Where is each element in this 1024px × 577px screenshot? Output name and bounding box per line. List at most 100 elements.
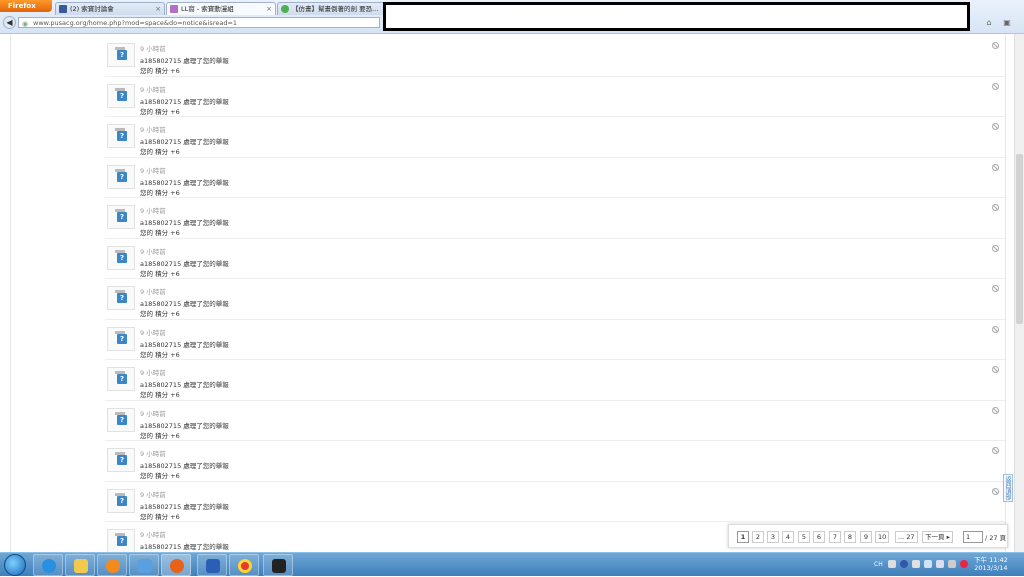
notice-icon: ? [115, 209, 127, 222]
back-button[interactable]: ◀ [3, 16, 16, 29]
ignore-icon[interactable] [992, 487, 999, 495]
notice-text[interactable]: a185802715 處理了您的舉報 [140, 339, 229, 349]
ignore-icon[interactable] [992, 42, 999, 49]
network-icon [138, 559, 152, 573]
ignore-icon[interactable] [992, 123, 999, 130]
ignore-icon[interactable] [992, 204, 999, 211]
page-number-input[interactable]: 1 [963, 531, 983, 543]
notice-text[interactable]: a185802715 處理了您的舉報 [140, 298, 229, 308]
word-taskbar-button[interactable] [197, 554, 227, 576]
start-button[interactable] [4, 554, 26, 576]
page-last-button[interactable]: ... 27 [895, 531, 918, 543]
firefox-menu-button[interactable]: Firefox [0, 0, 52, 12]
notice-text[interactable]: a185802715 處理了您的舉報 [140, 379, 229, 389]
media-player-taskbar-button[interactable] [97, 554, 127, 576]
notice-avatar[interactable]: ? [107, 286, 135, 310]
page-4-button[interactable]: 4 [782, 531, 794, 543]
notice-item: ? 9 小時前 a185802715 處理了您的舉報您的 積分 +6 [105, 360, 1005, 401]
close-icon[interactable]: × [155, 3, 161, 15]
network-taskbar-button[interactable] [129, 554, 159, 576]
ignore-icon[interactable] [992, 325, 999, 333]
notice-avatar[interactable]: ? [107, 83, 135, 108]
ignore-icon[interactable] [992, 366, 999, 373]
ignore-icon[interactable] [992, 447, 999, 454]
scrollbar[interactable] [1014, 34, 1024, 552]
notice-points: 您的 積分 +6 [140, 512, 180, 521]
next-page-button[interactable]: 下一頁 ▸ [922, 531, 953, 543]
notice-text[interactable]: a185802715 處理了您的舉報 [140, 55, 229, 65]
notice-item: ? 9 小時前 a185802715 處理了您的舉報您的 積分 +6 [105, 320, 1005, 360]
notice-icon: ? [115, 290, 127, 303]
tab-title: LL窩 - 索寶動漫組 [181, 5, 234, 13]
media-player-icon [106, 559, 120, 573]
notice-text[interactable]: a185802715 處理了您的舉報 [140, 541, 229, 551]
ignore-icon[interactable] [992, 406, 999, 414]
notice-avatar[interactable]: ? [107, 367, 135, 391]
scrollbar-thumb[interactable] [1016, 154, 1023, 324]
explorer-taskbar-button[interactable] [65, 554, 95, 576]
firefox-taskbar-button[interactable] [161, 554, 191, 576]
page-5-button[interactable]: 5 [798, 531, 810, 543]
notice-avatar[interactable]: ? [107, 407, 135, 432]
monitor-icon[interactable] [936, 560, 944, 568]
ie-taskbar-button[interactable] [33, 554, 63, 576]
close-icon[interactable]: × [266, 3, 272, 15]
notice-avatar[interactable]: ? [107, 529, 135, 552]
page-1-button[interactable]: 1 [737, 531, 749, 543]
network-tray-icon[interactable] [924, 560, 932, 568]
notice-text[interactable]: a185802715 處理了您的舉報 [140, 258, 229, 268]
ie-icon [42, 559, 56, 573]
notice-points: 您的 積分 +6 [140, 472, 180, 480]
tab-drawing[interactable]: 【仿畫】幫畫倒著的劍 要恐... [277, 2, 387, 15]
clock[interactable]: 下午 11:42 2013/3/14 [974, 556, 1008, 572]
ignore-icon[interactable] [992, 163, 999, 171]
notice-avatar[interactable]: ? [107, 205, 135, 229]
notice-avatar[interactable]: ? [107, 124, 135, 148]
page-7-button[interactable]: 7 [829, 531, 841, 543]
keyboard-icon[interactable] [888, 560, 896, 568]
notice-time: 9 小時前 [140, 166, 166, 175]
page-2-button[interactable]: 2 [752, 531, 764, 543]
phone-taskbar-button[interactable] [263, 554, 293, 576]
help-icon[interactable] [900, 560, 908, 568]
notice-points: 您的 積分 +6 [140, 107, 180, 116]
notice-text[interactable]: a185802715 處理了您的舉報 [140, 460, 229, 470]
menu-icon[interactable]: ▣ [1002, 18, 1012, 28]
page-3-button[interactable]: 3 [767, 531, 779, 543]
notice-text[interactable]: a185802715 處理了您的舉報 [140, 501, 229, 511]
notice-text[interactable]: a185802715 處理了您的舉報 [140, 177, 229, 187]
notice-text[interactable]: a185802715 處理了您的舉報 [140, 217, 229, 227]
notice-icon: ? [115, 249, 127, 263]
notice-text[interactable]: a185802715 處理了您的舉報 [140, 96, 229, 106]
clock-time: 下午 11:42 [974, 556, 1008, 564]
language-indicator[interactable]: CH [874, 561, 883, 568]
ignore-icon[interactable] [992, 82, 999, 90]
back-to-top-button[interactable]: 返回頂部 [1003, 474, 1013, 502]
notice-icon: ? [115, 452, 127, 465]
page-10-button[interactable]: 10 [875, 531, 890, 543]
notice-avatar[interactable]: ? [107, 326, 135, 351]
tab-ll-forum[interactable]: LL窩 - 索寶動漫組 × [166, 2, 276, 15]
notice-text[interactable]: a185802715 處理了您的舉報 [140, 136, 229, 146]
ignore-icon[interactable] [992, 244, 999, 252]
notice-avatar[interactable]: ? [107, 245, 135, 270]
ignore-icon[interactable] [992, 285, 999, 292]
settings-icon[interactable] [912, 560, 920, 568]
notice-avatar[interactable]: ? [107, 448, 135, 472]
page-9-button[interactable]: 9 [860, 531, 872, 543]
tab-facebook[interactable]: (2) 索寶討論會 × [55, 2, 165, 15]
page-8-button[interactable]: 8 [844, 531, 856, 543]
notice-text[interactable]: a185802715 處理了您的舉報 [140, 420, 229, 430]
home-icon[interactable]: ⌂ [984, 18, 994, 28]
url-bar[interactable]: ◉ www.pusacg.org/home.php?mod=space&do=n… [18, 17, 380, 28]
notice-item: ? 9 小時前 a185802715 處理了您的舉報您的 積分 +6 [105, 401, 1005, 441]
notice-avatar[interactable]: ? [107, 43, 135, 67]
notice-points: 您的 積分 +6 [140, 229, 180, 237]
notice-icon: ? [115, 87, 127, 101]
chrome-taskbar-button[interactable] [229, 554, 259, 576]
flag-icon[interactable] [960, 560, 968, 568]
notice-avatar[interactable]: ? [107, 488, 135, 513]
page-6-button[interactable]: 6 [813, 531, 825, 543]
notice-avatar[interactable]: ? [107, 164, 135, 189]
volume-icon[interactable] [948, 560, 956, 568]
